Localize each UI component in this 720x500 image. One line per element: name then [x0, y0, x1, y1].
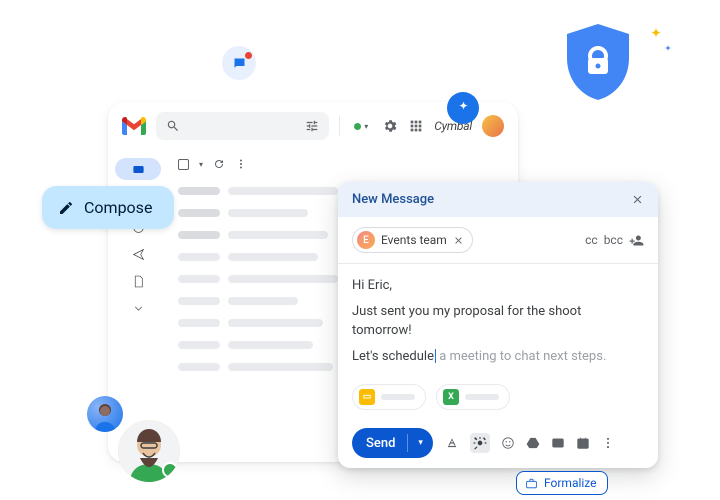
list-toolbar: ▾	[178, 154, 508, 180]
compose-label: Compose	[84, 198, 152, 217]
more-icon[interactable]	[235, 158, 247, 170]
briefcase-icon	[525, 477, 538, 490]
sparkle-icon	[662, 44, 674, 56]
search-input[interactable]	[156, 112, 329, 140]
compose-title: New Message	[352, 192, 434, 207]
apps-grid-icon[interactable]	[408, 118, 424, 134]
compose-header: New Message	[338, 182, 658, 217]
smart-compose-suggestion: a meeting to chat next steps.	[436, 349, 606, 364]
avatar	[87, 396, 123, 432]
remove-recipient-icon[interactable]	[453, 235, 464, 246]
compose-button[interactable]: Compose	[42, 186, 174, 229]
cc-button[interactable]: cc	[585, 233, 598, 247]
compose-footer: Send ▾	[338, 420, 658, 468]
gmail-logo	[122, 117, 146, 135]
recipients-row[interactable]: E Events team cc bcc	[338, 217, 658, 264]
person-illustration	[118, 420, 180, 482]
sidebar-item-inbox[interactable]	[115, 158, 161, 180]
chevron-down-icon[interactable]	[132, 302, 145, 315]
formalize-button[interactable]: Formalize	[516, 471, 608, 495]
emoji-icon[interactable]	[501, 436, 515, 450]
ai-sparkle-badge	[447, 92, 479, 124]
bcc-button[interactable]: bcc	[604, 233, 623, 247]
attachment-slides[interactable]: ▭	[352, 384, 426, 410]
tune-icon[interactable]	[305, 119, 319, 133]
slides-icon: ▭	[359, 389, 375, 405]
send-button[interactable]: Send ▾	[352, 428, 433, 458]
body-greeting: Hi Eric,	[352, 276, 644, 296]
send-options-icon[interactable]: ▾	[408, 438, 433, 448]
divider	[339, 116, 340, 136]
person-illustration	[87, 396, 123, 432]
gear-icon[interactable]	[382, 118, 398, 134]
more-icon[interactable]	[601, 436, 615, 450]
sparkle-icon	[646, 26, 666, 46]
search-icon	[166, 119, 180, 133]
avatar	[118, 420, 180, 482]
attachment-sheets[interactable]: X	[436, 384, 510, 410]
avatar[interactable]	[482, 115, 504, 137]
attachment-name-placeholder	[465, 394, 499, 400]
format-toolbar	[445, 433, 615, 453]
inbox-icon	[132, 163, 145, 176]
attachments-row: ▭ X	[338, 384, 658, 420]
compose-window: New Message E Events team cc bcc Hi Eric…	[338, 182, 658, 468]
compose-body[interactable]: Hi Eric, Just sent you my proposal for t…	[338, 264, 658, 384]
sidebar	[108, 150, 168, 382]
chevron-down-icon: ▾	[364, 122, 368, 131]
refresh-icon[interactable]	[213, 158, 225, 170]
shield-icon	[563, 22, 633, 102]
drive-icon[interactable]	[526, 436, 540, 450]
speech-icon	[232, 56, 247, 71]
attachment-name-placeholder	[381, 394, 415, 400]
text-format-icon[interactable]	[445, 436, 459, 450]
formalize-label: Formalize	[544, 476, 597, 490]
recipient-avatar: E	[357, 231, 375, 249]
recipient-chip[interactable]: E Events team	[352, 227, 473, 253]
pencil-icon	[58, 200, 74, 216]
status-indicator[interactable]: ▾	[350, 122, 372, 131]
close-icon[interactable]	[631, 193, 644, 206]
recipient-name: Events team	[381, 233, 447, 247]
body-line: Just sent you my proposal for the shoot …	[352, 302, 644, 341]
chat-bubble-icon	[222, 46, 256, 80]
image-icon[interactable]	[551, 436, 565, 450]
document-icon[interactable]	[132, 275, 145, 288]
chevron-down-icon[interactable]: ▾	[199, 160, 203, 169]
send-label: Send	[352, 436, 407, 451]
calendar-icon[interactable]	[576, 436, 590, 450]
sparkle-icon	[455, 100, 472, 117]
sent-icon[interactable]	[132, 248, 145, 261]
add-person-icon[interactable]	[629, 233, 644, 248]
sheets-icon: X	[443, 389, 459, 405]
magic-wand-icon[interactable]	[470, 433, 490, 453]
active-status-dot	[354, 123, 361, 130]
select-all-checkbox[interactable]	[178, 159, 189, 170]
typed-text: Let's schedule	[352, 349, 434, 364]
body-inline: Let's schedule a meeting to chat next st…	[352, 347, 644, 367]
